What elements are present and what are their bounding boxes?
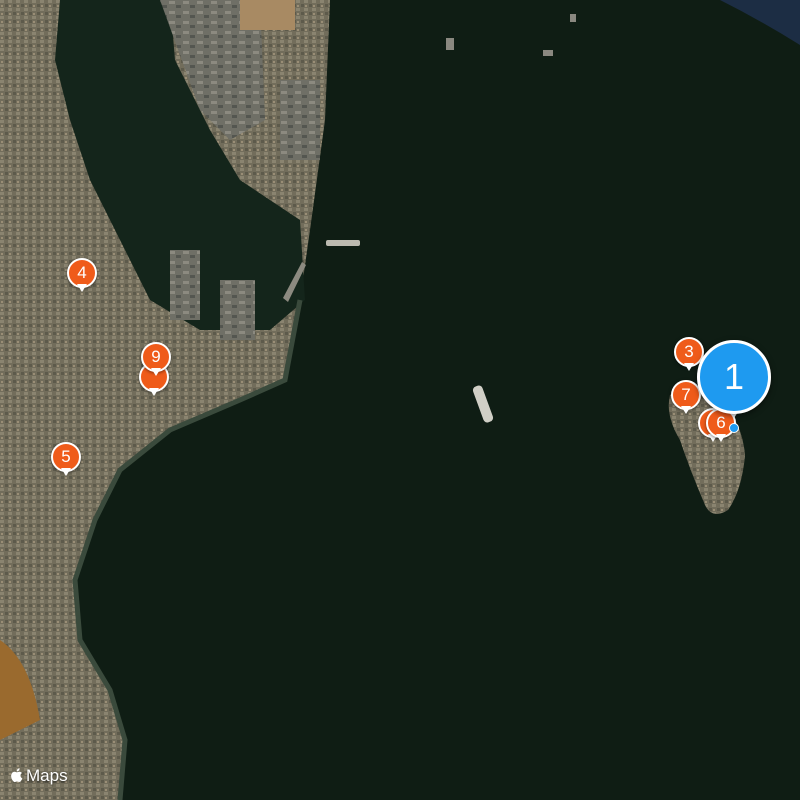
map-view[interactable]: 4 9 5 3 7 6 1 Maps: [0, 0, 800, 800]
maps-attribution[interactable]: Maps: [10, 766, 68, 786]
ship: [446, 38, 454, 50]
pier-middle: [170, 250, 200, 320]
pier-east: [280, 80, 320, 160]
pier-west: [220, 280, 255, 340]
sand-area: [240, 0, 295, 30]
apple-logo-icon: [11, 768, 23, 783]
ship: [326, 240, 360, 246]
user-location-dot: [729, 423, 739, 433]
ship: [543, 50, 553, 56]
cluster-pin-1[interactable]: 1: [697, 340, 771, 414]
ship: [570, 14, 576, 22]
attribution-text: Maps: [26, 766, 68, 785]
